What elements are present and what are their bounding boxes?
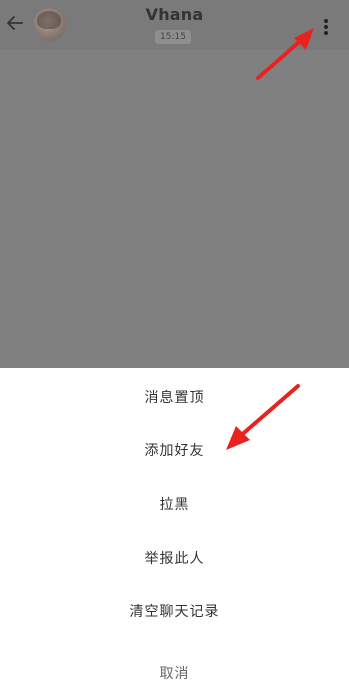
cancel-button[interactable]: 取消 <box>0 654 349 694</box>
chat-header: Vhana 15:15 <box>0 0 349 50</box>
menu-item-block[interactable]: 拉黑 <box>0 485 349 525</box>
more-options-icon[interactable] <box>317 14 335 40</box>
menu-item-add-friend[interactable]: 添加好友 <box>0 431 349 471</box>
menu-item-report[interactable]: 举报此人 <box>0 539 349 579</box>
dimmed-chat-area[interactable] <box>0 50 349 368</box>
chat-screen: Vhana 15:15 消息置顶 添加好友 拉黑 举报此人 清空聊天记录 取消 <box>0 0 349 699</box>
timestamp-badge: 15:15 <box>155 30 191 44</box>
menu-item-clear-history[interactable]: 清空聊天记录 <box>0 592 349 632</box>
menu-item-pin-message[interactable]: 消息置顶 <box>0 378 349 418</box>
chat-title: Vhana <box>145 5 204 24</box>
action-sheet: 消息置顶 添加好友 拉黑 举报此人 清空聊天记录 取消 <box>0 368 349 699</box>
